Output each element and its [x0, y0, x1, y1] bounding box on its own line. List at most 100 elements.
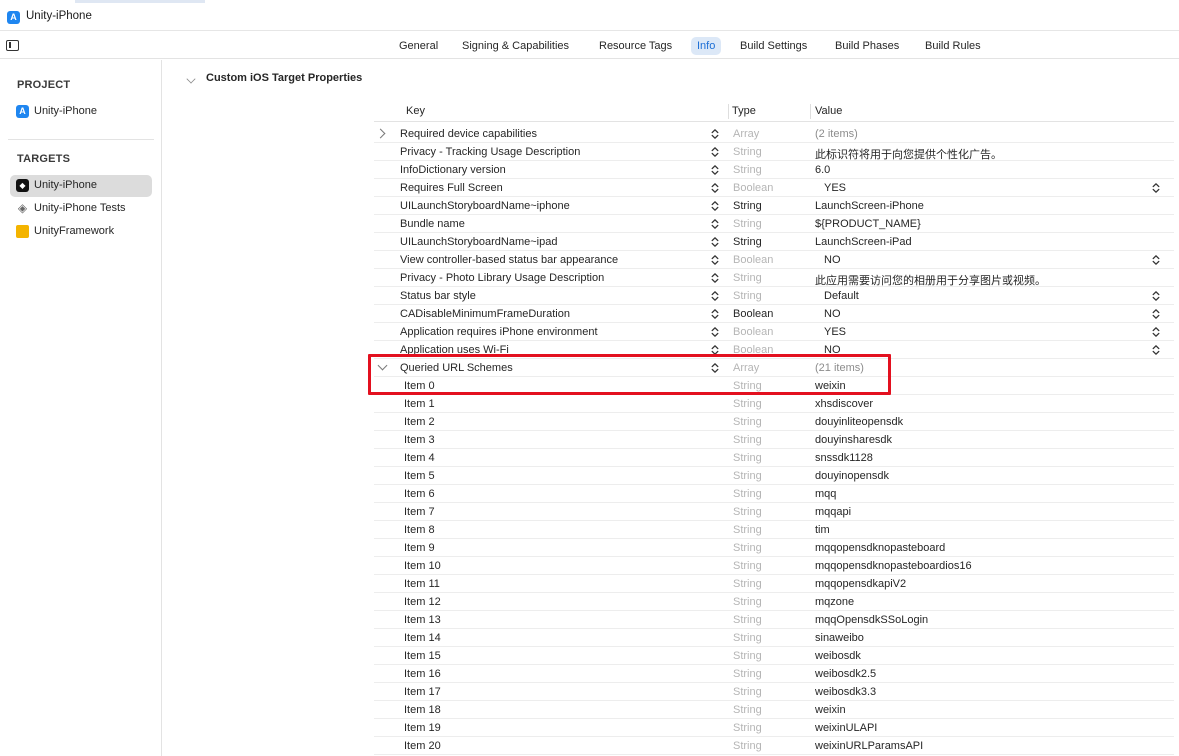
tab-signing-capabilities[interactable]: Signing & Capabilities — [462, 37, 569, 55]
table-row-array-item[interactable]: Item 17 String weibosdk3.3 — [374, 683, 1174, 701]
value-popup-stepper-icon[interactable] — [1152, 326, 1160, 338]
table-row-array-item[interactable]: Item 15 String weibosdk — [374, 647, 1174, 665]
row-value[interactable]: NO — [824, 308, 841, 320]
row-key[interactable]: Item 0 — [404, 380, 435, 392]
key-popup-stepper-icon[interactable] — [711, 254, 719, 266]
key-popup-stepper-icon[interactable] — [711, 182, 719, 194]
table-row-array-item[interactable]: Item 6 String mqq — [374, 485, 1174, 503]
row-value[interactable]: tim — [815, 524, 830, 536]
row-key[interactable]: Item 17 — [404, 686, 441, 698]
table-row[interactable]: Requires Full Screen Boolean YES — [374, 179, 1174, 197]
table-row[interactable]: Bundle name String ${PRODUCT_NAME} — [374, 215, 1174, 233]
row-key[interactable]: Item 3 — [404, 434, 435, 446]
row-value[interactable]: xhsdiscover — [815, 398, 873, 410]
value-popup-stepper-icon[interactable] — [1152, 290, 1160, 302]
table-row[interactable]: Queried URL Schemes Array (21 items) — [374, 359, 1174, 377]
row-type[interactable]: String — [733, 632, 762, 644]
table-row-array-item[interactable]: Item 4 String snssdk1128 — [374, 449, 1174, 467]
value-popup-stepper-icon[interactable] — [1152, 308, 1160, 320]
table-row-array-item[interactable]: Item 19 String weixinULAPI — [374, 719, 1174, 737]
row-key[interactable]: Item 1 — [404, 398, 435, 410]
row-value[interactable]: mqqapi — [815, 506, 851, 518]
row-value[interactable]: douyinsharesdk — [815, 434, 892, 446]
key-popup-stepper-icon[interactable] — [711, 236, 719, 248]
key-popup-stepper-icon[interactable] — [711, 290, 719, 302]
row-value[interactable]: weixin — [815, 704, 846, 716]
table-row-array-item[interactable]: Item 9 String mqqopensdknopasteboard — [374, 539, 1174, 557]
tab-build-phases[interactable]: Build Phases — [835, 37, 899, 55]
column-separator[interactable] — [810, 104, 811, 119]
row-value[interactable]: mqq — [815, 488, 836, 500]
table-row[interactable]: UILaunchStoryboardName~ipad String LaunchS… — [374, 233, 1174, 251]
row-type[interactable]: String — [733, 542, 762, 554]
column-header-value[interactable]: Value — [815, 105, 842, 117]
table-row-array-item[interactable]: Item 20 String weixinURLParamsAPI — [374, 737, 1174, 755]
table-row-array-item[interactable]: Item 12 String mqzone — [374, 593, 1174, 611]
row-key[interactable]: Status bar style — [400, 290, 476, 302]
tab-build-settings[interactable]: Build Settings — [740, 37, 807, 55]
row-type[interactable]: String — [733, 722, 762, 734]
row-value[interactable]: mqqOpensdkSSoLogin — [815, 614, 928, 626]
table-row[interactable]: Privacy - Tracking Usage Description Stri… — [374, 143, 1174, 161]
table-row[interactable]: UILaunchStoryboardName~iphone String Launc… — [374, 197, 1174, 215]
row-type[interactable]: Array — [733, 362, 759, 374]
row-key[interactable]: CADisableMinimumFrameDuration — [400, 308, 570, 320]
row-type[interactable]: Array — [733, 128, 759, 140]
row-type[interactable]: String — [733, 416, 762, 428]
row-key[interactable]: Item 6 — [404, 488, 435, 500]
row-key[interactable]: Item 15 — [404, 650, 441, 662]
row-key[interactable]: Requires Full Screen — [400, 182, 503, 194]
table-row-array-item[interactable]: Item 10 String mqqopensdknopasteboardios16 — [374, 557, 1174, 575]
row-key[interactable]: Item 20 — [404, 740, 441, 752]
row-value[interactable]: YES — [824, 182, 846, 194]
row-key[interactable]: View controller-based status bar appeara… — [400, 254, 618, 266]
row-type[interactable]: String — [733, 470, 762, 482]
key-popup-stepper-icon[interactable] — [711, 362, 719, 374]
key-popup-stepper-icon[interactable] — [711, 164, 719, 176]
row-key[interactable]: Queried URL Schemes — [400, 362, 513, 374]
tab-info[interactable]: Info — [691, 37, 722, 55]
row-key[interactable]: Privacy - Tracking Usage Description — [400, 146, 580, 158]
key-popup-stepper-icon[interactable] — [711, 200, 719, 212]
column-separator[interactable] — [728, 104, 729, 119]
tab-general[interactable]: General — [399, 37, 438, 55]
table-row[interactable]: InfoDictionary version String 6.0 — [374, 161, 1174, 179]
row-key[interactable]: Item 7 — [404, 506, 435, 518]
sidebar-item-target-framework[interactable]: UnityFramework — [10, 221, 152, 243]
row-key[interactable]: Item 11 — [404, 578, 440, 590]
tab-build-rules[interactable]: Build Rules — [925, 37, 981, 55]
sidebar-item-project[interactable]: A Unity-iPhone — [10, 101, 152, 123]
table-row-array-item[interactable]: Item 3 String douyinsharesdk — [374, 431, 1174, 449]
table-row-array-item[interactable]: Item 14 String sinaweibo — [374, 629, 1174, 647]
row-key[interactable]: Item 2 — [404, 416, 435, 428]
column-header-key[interactable]: Key — [406, 105, 425, 117]
row-value[interactable]: weixinURLParamsAPI — [815, 740, 923, 752]
row-type[interactable]: String — [733, 596, 762, 608]
row-key[interactable]: Item 16 — [404, 668, 441, 680]
table-row-array-item[interactable]: Item 13 String mqqOpensdkSSoLogin — [374, 611, 1174, 629]
row-value[interactable]: ${PRODUCT_NAME} — [815, 218, 921, 230]
sidebar-item-target-unity-iphone[interactable]: ◆ Unity-iPhone — [10, 175, 152, 197]
table-row[interactable]: Privacy - Photo Library Usage Descriptio… — [374, 269, 1174, 287]
table-row-array-item[interactable]: Item 5 String douyinopensdk — [374, 467, 1174, 485]
table-row[interactable]: Required device capabilities Array (2 item… — [374, 125, 1174, 143]
row-key[interactable]: Item 8 — [404, 524, 435, 536]
row-value[interactable]: sinaweibo — [815, 632, 864, 644]
key-popup-stepper-icon[interactable] — [711, 218, 719, 230]
row-value[interactable]: YES — [824, 326, 846, 338]
key-popup-stepper-icon[interactable] — [711, 272, 719, 284]
row-key[interactable]: Application uses Wi-Fi — [400, 344, 509, 356]
row-value[interactable]: mqqopensdkapiV2 — [815, 578, 906, 590]
key-popup-stepper-icon[interactable] — [711, 344, 719, 356]
row-value[interactable]: NO — [824, 254, 841, 266]
chevron-down-icon[interactable] — [186, 74, 196, 84]
table-row[interactable]: CADisableMinimumFrameDuration Boolean NO — [374, 305, 1174, 323]
row-value[interactable]: mqzone — [815, 596, 854, 608]
row-type[interactable]: String — [733, 380, 762, 392]
row-key[interactable]: Privacy - Photo Library Usage Descriptio… — [400, 272, 604, 284]
row-type[interactable]: Boolean — [733, 182, 773, 194]
key-popup-stepper-icon[interactable] — [711, 146, 719, 158]
row-key[interactable]: Item 10 — [404, 560, 441, 572]
row-key[interactable]: Required device capabilities — [400, 128, 537, 140]
row-type[interactable]: Boolean — [733, 344, 773, 356]
